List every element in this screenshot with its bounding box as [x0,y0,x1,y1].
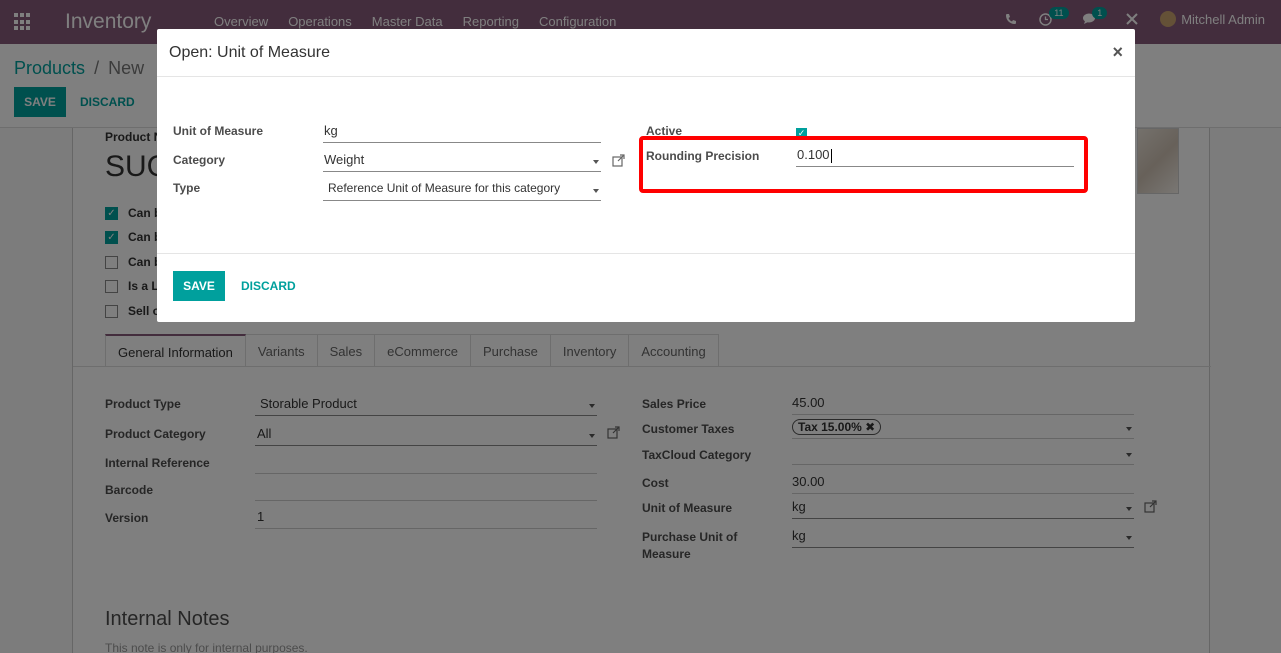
dialog-category-label: Category [173,153,226,167]
uom-dialog: Open: Unit of Measure × Unit of Measure … [157,29,1135,322]
chevron-down-icon [593,189,599,193]
dialog-header: Open: Unit of Measure × [157,29,1135,77]
dialog-type-value: Reference Unit of Measure for this categ… [328,181,561,195]
dialog-type-label: Type [173,181,201,195]
dialog-save-button[interactable]: SAVE [173,271,225,301]
dialog-category-value: Weight [324,152,365,167]
chevron-down-icon [593,160,599,164]
dialog-category-select[interactable]: Weight [323,152,601,172]
dialog-uom-label: Unit of Measure [173,124,264,138]
dialog-title: Open: Unit of Measure [169,44,330,61]
close-icon[interactable]: × [1112,42,1123,63]
external-link-icon[interactable] [612,154,625,170]
dialog-type-select[interactable]: Reference Unit of Measure for this categ… [323,181,601,201]
dialog-body: Unit of Measure kg Category Weight Type … [157,77,1135,253]
dialog-footer: SAVE DISCARD [157,253,1135,322]
dialog-uom-value: kg [324,123,338,138]
dialog-discard-button[interactable]: DISCARD [231,271,306,301]
dialog-uom-input[interactable]: kg [323,123,601,143]
highlight-box [639,136,1088,193]
